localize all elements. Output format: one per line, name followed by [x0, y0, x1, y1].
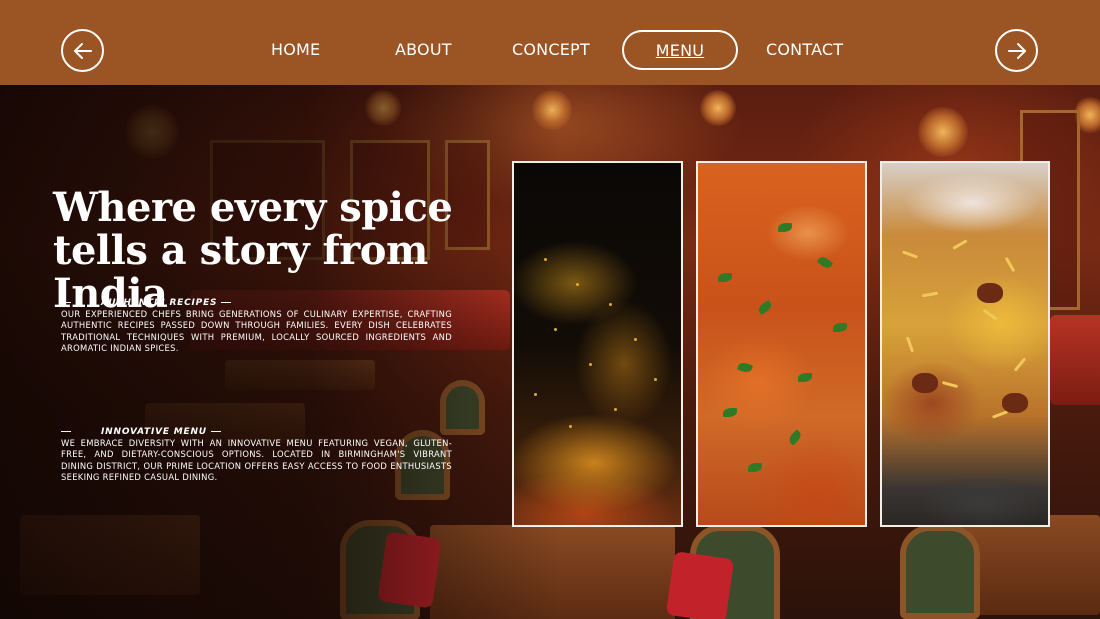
lantern-decor [918, 107, 968, 157]
arrow-right-icon [1007, 42, 1026, 59]
biryani-photo [880, 161, 1050, 527]
feature-description: OUR EXPERIENCED CHEFS BRING GENERATIONS … [61, 309, 452, 354]
nav-link-about[interactable]: ABOUT [395, 38, 452, 62]
feature-title-text: AUTHENTIC RECIPES [101, 298, 218, 308]
next-slide-button[interactable] [995, 29, 1038, 72]
feature-innovative-menu: INNOVATIVE MENU WE EMBRACE DIVERSITY WIT… [61, 427, 452, 484]
arrow-left-icon [73, 42, 92, 59]
previous-slide-button[interactable] [61, 29, 104, 72]
hero-headline: Where every spice tells a story from Ind… [53, 184, 453, 317]
feature-title: INNOVATIVE MENU [61, 427, 452, 438]
dining-chair [900, 525, 980, 619]
top-navigation-bar: HOME ABOUT CONCEPT MENU CONTACT [0, 0, 1100, 85]
feature-title-text: INNOVATIVE MENU [101, 427, 207, 437]
feature-authentic-recipes: AUTHENTIC RECIPES OUR EXPERIENCED CHEFS … [61, 298, 452, 355]
spices-photo [512, 161, 683, 527]
nav-link-contact[interactable]: CONTACT [766, 38, 843, 62]
feature-description: WE EMBRACE DIVERSITY WITH AN INNOVATIVE … [61, 438, 452, 483]
nav-link-home[interactable]: HOME [271, 38, 320, 62]
lantern-decor [700, 90, 736, 126]
feature-title: AUTHENTIC RECIPES [61, 298, 452, 309]
nav-link-concept[interactable]: CONCEPT [512, 38, 590, 62]
nav-link-menu-active[interactable]: MENU [622, 30, 738, 70]
red-banquette [1050, 315, 1100, 405]
red-cushion [665, 551, 735, 619]
curry-photo [696, 161, 867, 527]
